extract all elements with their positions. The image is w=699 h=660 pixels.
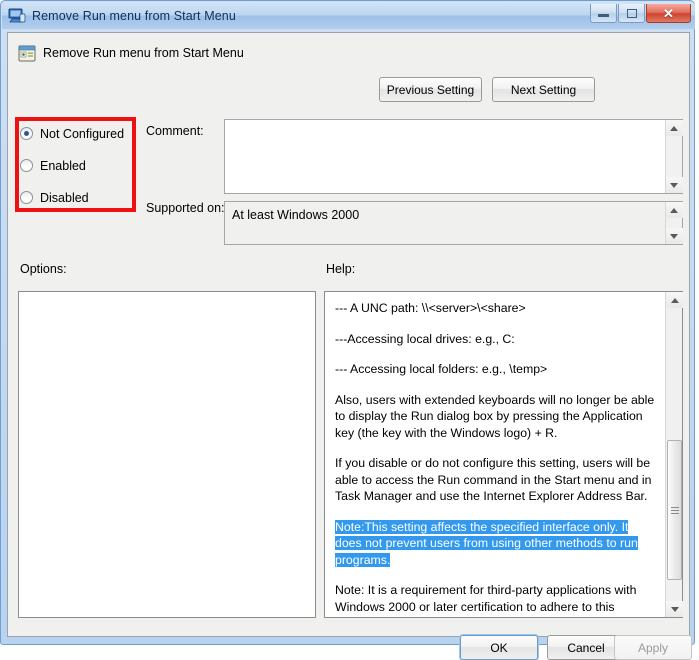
apply-button: Apply [614, 635, 692, 660]
radio-label-enabled: Enabled [40, 158, 86, 173]
supported-on-scrollbar[interactable] [665, 202, 683, 244]
comment-scroll-down-button[interactable] [665, 177, 683, 193]
window-controls: ✕ [590, 4, 691, 23]
chevron-up-icon [670, 297, 679, 303]
supported-scroll-up-button[interactable] [665, 202, 683, 218]
options-label: Options: [20, 262, 67, 276]
radio-label-not-configured: Not Configured [40, 126, 125, 141]
help-panel: --- A UNC path: \\<server>\<share> ---Ac… [324, 291, 683, 618]
maximize-button[interactable] [618, 4, 645, 23]
options-panel[interactable] [18, 291, 316, 618]
comment-label: Comment: [146, 124, 204, 138]
supported-on-label: Supported on: [146, 201, 225, 215]
maximize-icon [626, 8, 637, 18]
dialog-body: Remove Run menu from Start Menu Previous… [7, 32, 692, 660]
help-text-content: --- A UNC path: \\<server>\<share> ---Ac… [325, 292, 665, 617]
policy-setting-window: Remove Run menu from Start Menu ✕ Remove… [0, 0, 695, 660]
setting-header: Remove Run menu from Start Menu Previous… [8, 33, 689, 102]
help-label: Help: [326, 262, 356, 276]
minimize-icon [598, 14, 609, 17]
close-button[interactable]: ✕ [646, 4, 691, 23]
previous-setting-button[interactable]: Previous Setting [379, 77, 482, 102]
minimize-button[interactable] [590, 4, 617, 23]
policy-setting-icon [18, 45, 36, 62]
state-radio-group: Not Configured Enabled Disabled [20, 121, 140, 217]
title-bar[interactable]: Remove Run menu from Start Menu ✕ [2, 2, 695, 29]
comment-field[interactable] [224, 119, 683, 194]
help-scroll-down-button[interactable] [666, 601, 683, 617]
comment-text[interactable] [225, 120, 665, 193]
computer-icon [8, 8, 26, 24]
help-scrollbar[interactable] [665, 292, 683, 617]
radio-option-enabled[interactable]: Enabled [20, 153, 140, 178]
chevron-down-icon [670, 182, 678, 188]
comment-scroll-up-button[interactable] [665, 120, 683, 136]
window-title: Remove Run menu from Start Menu [32, 8, 236, 23]
help-paragraph: Note: It is a requirement for third-part… [335, 583, 637, 617]
chevron-down-icon [670, 606, 679, 612]
help-paragraph: --- A UNC path: \\<server>\<share> [335, 301, 526, 315]
grip-icon [670, 506, 679, 514]
radio-button-disabled[interactable] [20, 191, 33, 204]
supported-on-text: At least Windows 2000 [232, 208, 360, 222]
help-paragraph: Also, users with extended keyboards will… [335, 392, 655, 440]
help-paragraph: --- Accessing local folders: e.g., \temp… [335, 362, 548, 376]
radio-option-disabled[interactable]: Disabled [20, 185, 140, 210]
help-paragraph: If you disable or do not configure this … [335, 456, 652, 503]
help-scroll-up-button[interactable] [666, 292, 683, 308]
chevron-up-icon [670, 125, 678, 131]
close-icon: ✕ [663, 5, 674, 21]
radio-button-enabled[interactable] [20, 159, 33, 172]
policy-title: Remove Run menu from Start Menu [43, 46, 244, 60]
radio-button-not-configured[interactable] [20, 127, 33, 140]
help-scrollbar-thumb[interactable] [667, 440, 682, 580]
comment-scrollbar[interactable] [665, 120, 683, 193]
ok-button[interactable]: OK [460, 635, 538, 660]
help-paragraph-highlighted: Note:This setting affects the specified … [335, 519, 638, 567]
chevron-up-icon [670, 207, 678, 213]
radio-option-not-configured[interactable]: Not Configured [20, 121, 140, 146]
supported-on-field: At least Windows 2000 [224, 201, 683, 245]
supported-scroll-down-button[interactable] [665, 228, 683, 244]
help-paragraph: ---Accessing local drives: e.g., C: [335, 331, 515, 346]
chevron-down-icon [670, 233, 678, 239]
radio-label-disabled: Disabled [40, 190, 89, 205]
next-setting-button[interactable]: Next Setting [492, 77, 595, 102]
